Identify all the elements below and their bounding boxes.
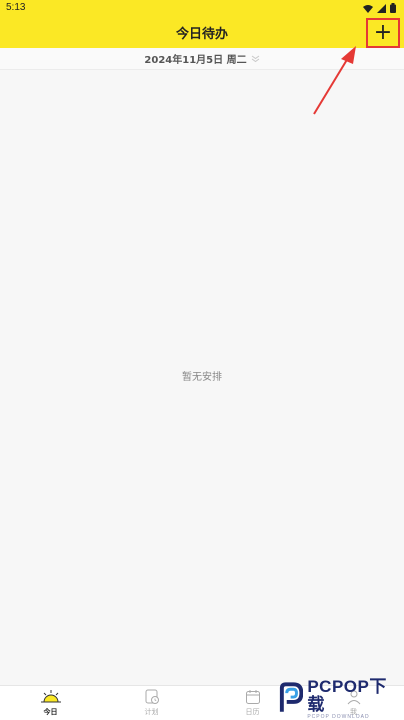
pcpop-logo-icon (279, 682, 304, 712)
double-chevron-down-icon (251, 55, 259, 62)
calendar-icon (245, 690, 260, 704)
tab-label: 今日 (43, 708, 58, 716)
task-list-area: 暂无安排 (0, 71, 404, 685)
tab-label: 日历 (245, 708, 260, 716)
watermark: PCPOP下载 PCPOP DOWNLOAD (276, 677, 402, 720)
app-header: 今日待办 + (0, 16, 404, 48)
watermark-sub: PCPOP DOWNLOAD (307, 714, 370, 720)
add-task-button[interactable]: + (366, 18, 400, 48)
plus-icon: + (373, 20, 393, 45)
sun-icon (40, 690, 61, 703)
status-icons (363, 3, 396, 13)
watermark-brand: PCPOP下载 (307, 677, 387, 714)
tab-label: 计划 (144, 708, 159, 716)
tab-today[interactable]: 今日 (0, 686, 101, 720)
plan-icon (145, 689, 159, 704)
empty-state-text: 暂无安排 (182, 372, 222, 383)
signal-icon (377, 3, 386, 13)
status-bar: 5:13 (0, 0, 404, 16)
tab-plan[interactable]: 计划 (101, 686, 202, 720)
battery-icon (390, 3, 396, 13)
page-title: 今日待办 (175, 27, 228, 42)
date-selector[interactable]: 2024年11月5日 周二 (0, 48, 404, 70)
wifi-icon (363, 4, 373, 13)
current-date: 2024年11月5日 周二 (144, 55, 247, 66)
status-time: 5:13 (6, 2, 26, 13)
